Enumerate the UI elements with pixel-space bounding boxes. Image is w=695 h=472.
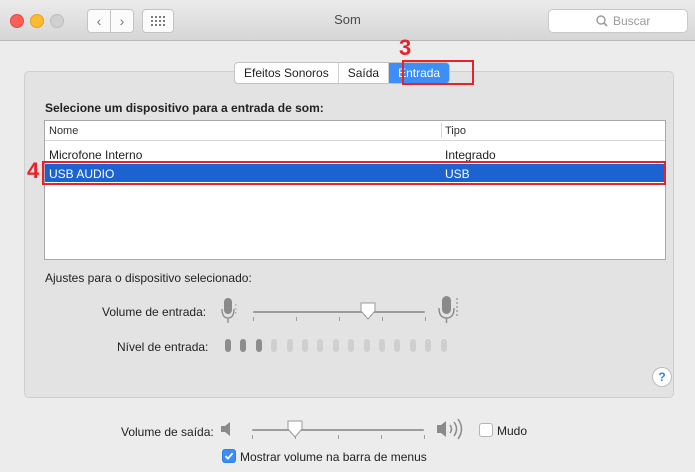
checkmark-icon — [224, 452, 234, 460]
output-volume-track — [252, 429, 424, 431]
device-name: Microfone Interno — [49, 148, 143, 162]
level-segment — [363, 339, 370, 352]
output-volume-label: Volume de saída: — [121, 425, 214, 439]
title-bar: ‹ › Som Buscar — [0, 0, 695, 41]
show-volume-menubar-label: Mostrar volume na barra de menus — [240, 450, 427, 464]
level-segment — [317, 339, 324, 352]
column-separator — [441, 123, 442, 138]
level-segment — [425, 339, 432, 352]
input-device-table: Nome Tipo Microfone Interno Integrado US… — [44, 120, 666, 260]
slider-tick — [252, 435, 253, 439]
slider-tick — [381, 435, 382, 439]
slider-tick — [382, 317, 383, 321]
level-segment — [409, 339, 416, 352]
level-segment — [286, 339, 293, 352]
search-icon — [596, 15, 608, 27]
level-segment-active — [255, 339, 262, 352]
input-level-label: Nível de entrada: — [117, 340, 209, 354]
show-volume-menubar-checkbox[interactable] — [222, 449, 236, 463]
column-header-type[interactable]: Tipo — [445, 125, 466, 137]
level-segment — [440, 339, 447, 352]
annotation-number-4: 4 — [27, 158, 40, 183]
slider-tick — [338, 435, 339, 439]
annotation-number-3: 3 — [399, 35, 412, 60]
search-placeholder: Buscar — [613, 14, 651, 28]
table-header: Nome Tipo — [45, 121, 665, 141]
input-device-heading: Selecione um dispositivo para a entrada … — [45, 101, 324, 115]
output-volume-knob[interactable] — [287, 420, 303, 438]
level-segment-active — [225, 339, 231, 352]
level-segment — [379, 339, 385, 352]
level-segment — [332, 339, 339, 352]
level-segment — [348, 339, 355, 352]
input-volume-knob[interactable] — [360, 302, 376, 320]
slider-tick — [339, 317, 340, 321]
device-type: Integrado — [445, 148, 496, 162]
search-field[interactable]: Buscar — [548, 9, 688, 33]
column-header-name[interactable]: Nome — [49, 125, 78, 137]
speaker-low-icon — [221, 422, 230, 436]
input-volume-label: Volume de entrada: — [102, 305, 207, 319]
microphone-low-icon — [221, 298, 237, 323]
slider-tick — [425, 317, 426, 321]
level-segment — [394, 339, 401, 352]
tab-saida[interactable]: Saída — [339, 63, 390, 83]
speaker-high-icon — [437, 418, 463, 440]
level-segment — [271, 339, 278, 352]
level-segment-active — [240, 339, 247, 352]
mute-checkbox[interactable] — [479, 423, 493, 437]
annotation-highlight-3 — [402, 60, 474, 85]
device-settings-heading: Ajustes para o dispositivo selecionado: — [45, 271, 252, 285]
mute-label: Mudo — [497, 424, 528, 438]
level-segment — [302, 339, 308, 352]
microphone-high-icon — [438, 296, 458, 323]
slider-tick — [424, 435, 425, 439]
slider-tick — [296, 317, 297, 321]
help-button[interactable]: ? — [652, 367, 672, 387]
slider-tick — [253, 317, 254, 321]
input-volume-track — [253, 311, 425, 313]
annotation-highlight-4 — [42, 161, 666, 185]
tab-efeitos-sonoros[interactable]: Efeitos Sonoros — [235, 63, 339, 83]
